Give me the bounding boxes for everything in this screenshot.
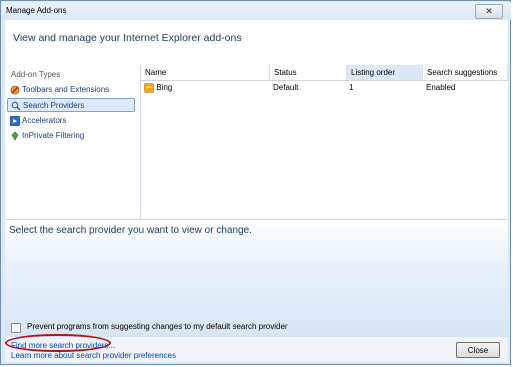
sidebar-item-inprivate-filtering[interactable]: InPrivate Filtering	[7, 129, 135, 143]
inprivate-icon	[11, 131, 19, 141]
sidebar-item-toolbars[interactable]: Toolbars and Extensions	[7, 83, 135, 97]
title-bar: Manage Add-ons ✕	[2, 2, 511, 20]
sidebar-item-label: Toolbars and Extensions	[22, 85, 110, 94]
row-status: Default	[273, 83, 299, 92]
row-name-text: Bing	[156, 83, 173, 92]
learn-more-link[interactable]: Learn more about search provider prefere…	[11, 351, 176, 360]
footer-bar: Find more search providers... Learn more…	[5, 334, 508, 362]
toolbars-icon	[10, 85, 20, 95]
sidebar-item-accelerators[interactable]: Accelerators	[7, 114, 135, 128]
column-header-name[interactable]: Name	[141, 65, 270, 80]
search-icon	[11, 101, 21, 111]
header-panel: View and manage your Internet Explorer a…	[5, 20, 508, 66]
find-more-search-providers-link[interactable]: Find more search providers...	[11, 341, 115, 350]
sidebar-title: Add-on Types	[11, 70, 61, 79]
sidebar-item-label: Search Providers	[23, 101, 85, 110]
close-button[interactable]: Close	[456, 342, 500, 358]
prevent-changes-checkbox[interactable]	[11, 323, 21, 333]
header-text: View and manage your Internet Explorer a…	[13, 32, 242, 44]
row-name-cell: Bing	[144, 82, 172, 94]
column-header-search-suggestions[interactable]: Search suggestions	[423, 65, 508, 80]
addons-list: Name Status Listing order Search suggest…	[141, 65, 508, 219]
detail-panel: Select the search provider you want to v…	[5, 219, 508, 338]
accelerators-icon	[10, 115, 20, 126]
column-header-listing-order[interactable]: Listing order	[347, 65, 423, 80]
column-header-status[interactable]: Status	[270, 65, 347, 80]
sidebar-item-search-providers[interactable]: Search Providers	[7, 98, 135, 112]
sidebar-item-label: InPrivate Filtering	[22, 131, 85, 140]
row-search-suggestions: Enabled	[426, 83, 456, 92]
row-listing-order: 1	[349, 83, 354, 92]
window-close-button[interactable]: ✕	[475, 4, 503, 19]
window-title: Manage Add-ons	[6, 6, 67, 15]
bing-icon	[144, 83, 154, 93]
header-divider	[141, 80, 508, 81]
prevent-changes-label[interactable]: Prevent programs from suggesting changes…	[27, 322, 288, 331]
detail-instruction: Select the search provider you want to v…	[9, 225, 252, 236]
sidebar-item-label: Accelerators	[22, 116, 67, 125]
addon-types-sidebar: Add-on Types Toolbars and Extensions Sea…	[5, 65, 141, 219]
manage-addons-window: Manage Add-ons ✕ View and manage your In…	[0, 0, 511, 365]
